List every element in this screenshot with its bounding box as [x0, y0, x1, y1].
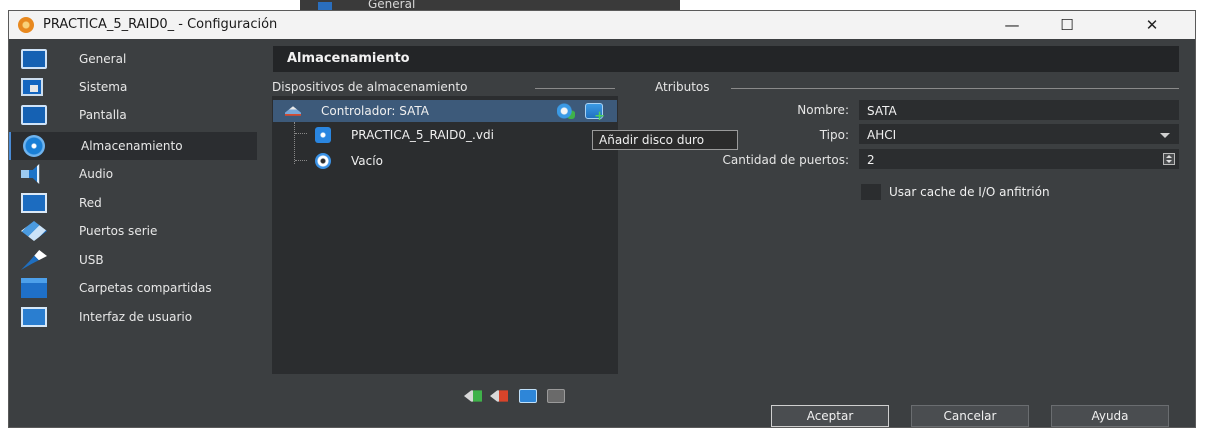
tree-row-hard-disk[interactable]: PRACTICA_5_RAID0_.vdi	[273, 124, 617, 146]
add-attachment-icon[interactable]	[519, 389, 537, 403]
sidebar-item-label: Carpetas compartidas	[79, 281, 212, 295]
sidebar-item-label: General	[79, 52, 127, 66]
sidebar-item-label: Pantalla	[79, 108, 127, 122]
devices-group-title: Dispositivos de almacenamiento	[272, 80, 468, 94]
storage-disc-icon	[23, 135, 45, 157]
add-hard-disk-icon[interactable]	[585, 103, 605, 124]
sidebar-item-label: Almacenamiento	[81, 139, 183, 153]
host-io-cache-checkbox[interactable]	[861, 184, 881, 200]
minimize-button[interactable]: —	[989, 11, 1035, 39]
display-icon	[21, 105, 47, 125]
host-io-cache-label: Usar cache de I/O anfitrión	[889, 185, 1050, 199]
add-hard-disk-tooltip: Añadir disco duro	[592, 130, 738, 150]
virtualbox-app-icon	[18, 17, 34, 33]
optical-disc-icon	[315, 153, 331, 169]
serial-port-icon	[21, 221, 47, 241]
chip-icon	[21, 78, 43, 96]
usb-icon	[21, 250, 47, 270]
optical-label: Vacío	[351, 154, 383, 168]
sidebar-item-label: Red	[79, 196, 102, 210]
hard-disk-label: PRACTICA_5_RAID0_.vdi	[351, 128, 494, 142]
hard-disk-icon	[315, 127, 331, 143]
devices-group-divider	[535, 88, 615, 89]
sidebar-item-pantalla[interactable]: Pantalla	[9, 101, 257, 129]
sidebar-item-almacenamiento[interactable]: Almacenamiento	[9, 132, 257, 160]
ports-label: Cantidad de puertos:	[722, 153, 849, 167]
help-button[interactable]: Ayuda	[1051, 405, 1169, 427]
settings-sidebar: General Sistema Pantalla Almacenamiento …	[9, 45, 257, 377]
tree-row-controller[interactable]: Controlador: SATA	[273, 100, 617, 124]
controller-icon	[285, 106, 301, 116]
sidebar-item-carpetas-compartidas[interactable]: Carpetas compartidas	[9, 274, 257, 302]
network-icon	[21, 193, 47, 213]
attributes-group-title: Atributos	[655, 80, 710, 94]
maximize-button[interactable]: ☐	[1044, 11, 1090, 39]
section-title: Almacenamiento	[287, 51, 410, 66]
settings-dialog: PRACTICA_5_RAID0_ - Configuración — ☐ ✕ …	[8, 10, 1196, 428]
sidebar-item-label: Audio	[79, 167, 114, 181]
controller-label: Controlador: SATA	[321, 104, 429, 118]
speaker-icon	[21, 164, 40, 184]
ports-spinbox[interactable]: 2	[859, 149, 1179, 169]
general-monitor-icon	[21, 49, 47, 69]
sidebar-item-label: Sistema	[79, 80, 128, 94]
section-header: Almacenamiento	[273, 46, 1179, 72]
accept-button[interactable]: Aceptar	[771, 405, 889, 427]
sidebar-item-label: Interfaz de usuario	[79, 310, 193, 324]
type-value: AHCI	[867, 128, 897, 142]
name-value: SATA	[867, 104, 897, 118]
sidebar-item-red[interactable]: Red	[9, 189, 257, 217]
tree-row-optical[interactable]: Vacío	[273, 150, 617, 172]
remove-attachment-icon	[547, 389, 565, 403]
sidebar-item-interfaz-de-usuario[interactable]: Interfaz de usuario	[9, 303, 257, 331]
title-bar: PRACTICA_5_RAID0_ - Configuración — ☐ ✕	[9, 11, 1195, 39]
add-optical-drive-icon[interactable]	[557, 103, 575, 119]
sidebar-item-label: Puertos serie	[79, 224, 158, 238]
close-button[interactable]: ✕	[1129, 11, 1175, 39]
remove-controller-icon[interactable]	[490, 390, 508, 402]
sidebar-item-puertos-serie[interactable]: Puertos serie	[9, 217, 257, 245]
type-label: Tipo:	[819, 128, 849, 142]
sidebar-item-general[interactable]: General	[9, 45, 257, 73]
spinner-arrows-icon[interactable]	[1163, 153, 1175, 165]
sidebar-item-audio[interactable]: Audio	[9, 160, 257, 188]
attributes-group-divider	[731, 88, 1179, 89]
type-select[interactable]: AHCI	[859, 124, 1179, 144]
name-field[interactable]: SATA	[859, 100, 1179, 120]
sidebar-item-label: USB	[79, 253, 104, 267]
storage-tree[interactable]: Controlador: SATA PRACTICA_5_RAID0_.vdi …	[272, 96, 618, 374]
cancel-button[interactable]: Cancelar	[911, 405, 1029, 427]
folder-icon	[21, 278, 47, 298]
window-title: PRACTICA_5_RAID0_ - Configuración	[43, 17, 278, 32]
user-interface-icon	[21, 307, 47, 327]
chevron-down-icon	[1160, 133, 1170, 138]
name-label: Nombre:	[797, 103, 849, 117]
ports-value: 2	[867, 153, 875, 167]
sidebar-item-usb[interactable]: USB	[9, 246, 257, 274]
add-controller-icon[interactable]	[464, 390, 482, 402]
sidebar-item-sistema[interactable]: Sistema	[9, 73, 257, 101]
